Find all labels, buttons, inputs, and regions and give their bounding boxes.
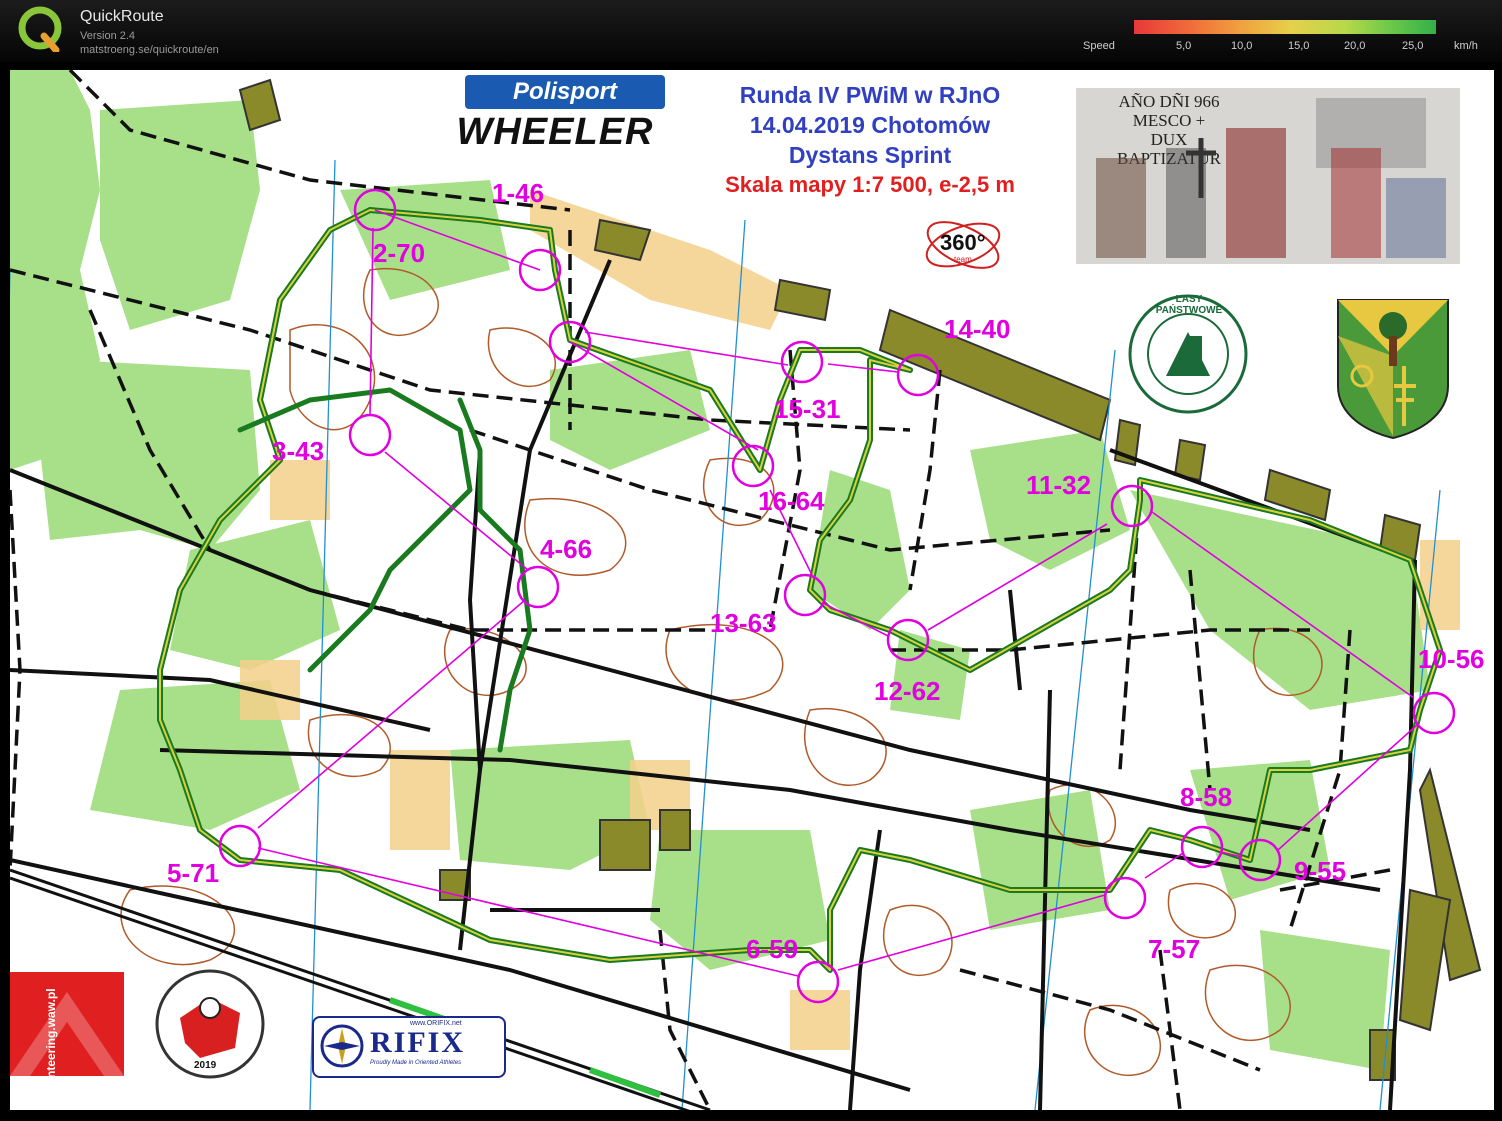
team360-logo: 360° team: [920, 210, 1006, 280]
team360-sub: team: [954, 255, 972, 264]
control-label: 10-56: [1418, 644, 1485, 674]
map-title: Runda IV PWiM w RJnO: [739, 82, 1001, 108]
orifix-logo: RIFIX www.ORIFIX.net Proudly Made in Ori…: [312, 1016, 506, 1078]
control-label: 2-70: [373, 238, 426, 268]
speed-tick: 20,0: [1344, 40, 1366, 52]
compass-icon: [320, 1024, 364, 1068]
control-label: 14-40: [944, 314, 1011, 344]
speed-unit: km/h: [1454, 40, 1478, 52]
control-label: 7-57: [1148, 934, 1201, 964]
control-label: 11-32: [1026, 470, 1092, 500]
orienteering-waw-text: orienteering.waw.pl: [44, 988, 58, 1076]
control-circle-7: [1103, 876, 1147, 920]
control-label: 16-64: [758, 486, 825, 516]
title-bar: QuickRoute Version 2.4 matstroeng.se/qui…: [0, 0, 1502, 62]
coat-of-arms-icon: [1337, 299, 1449, 440]
control-circle-16: [731, 444, 775, 488]
speed-tick: 5,0: [1176, 40, 1192, 52]
app-title: QuickRoute: [80, 8, 164, 25]
control-label: 3-43: [272, 436, 325, 466]
polisport-logo: Polisport: [465, 75, 665, 109]
control-label: 5-71: [167, 858, 220, 888]
puchar-year: 2019: [194, 1060, 217, 1071]
orifix-tagline: Proudly Made in Oriented Athletes: [370, 1060, 462, 1066]
control-label: 9-55: [1294, 856, 1347, 886]
control-label: 4-66: [540, 534, 593, 564]
lasy-text: LASY PAŃSTWOWE: [1155, 294, 1223, 316]
puchar-logo: 2019: [140, 968, 280, 1080]
map-date: 14.04.2019 Chotomów: [749, 112, 991, 138]
map-title-block: Runda IV PWiM w RJnO 14.04.2019 Chotomów…: [700, 80, 1040, 200]
app-version: Version 2.4: [80, 30, 136, 42]
orienteering-waw-logo: orienteering.waw.pl: [10, 972, 124, 1076]
orifix-url: www.ORIFIX.net: [410, 1020, 462, 1027]
speed-legend: Speed 5,0 10,0 15,0 20,0 25,0 km/h: [1080, 18, 1490, 58]
control-label: 1-46: [492, 178, 545, 208]
speed-color-bar: [1134, 20, 1436, 34]
control-label: 15-31: [774, 394, 841, 424]
map-scale: Skala mapy 1:7 500, e-2,5 m: [725, 172, 1015, 197]
control-label: 12-62: [874, 676, 941, 706]
control-label: 8-58: [1180, 782, 1233, 812]
lasy-panstwowe-logo: LASY PAŃSTWOWE: [1126, 292, 1250, 416]
control-circle-3: [348, 413, 392, 457]
wheeler-logo: WHEELER: [456, 111, 654, 153]
team360-text: 360°: [940, 230, 986, 255]
speed-label: Speed: [1083, 40, 1115, 52]
speed-tick: 10,0: [1231, 40, 1253, 52]
red-pattern-icon: [10, 972, 124, 1076]
speed-tick: 15,0: [1288, 40, 1310, 52]
app-url[interactable]: matstroeng.se/quickroute/en: [80, 44, 219, 56]
quickroute-logo-icon: [18, 6, 62, 52]
plaque-figures-icon: [1096, 98, 1446, 258]
control-label: 6-59: [746, 934, 799, 964]
polisport-wheeler-logo: Polisport WHEELER: [420, 75, 690, 155]
map-discipline: Dystans Sprint: [788, 142, 952, 168]
orifix-text: RIFIX: [370, 1026, 466, 1059]
baptism-plaque-image: AÑO DÑI 966 MESCO + DUX BAPTIZATUR: [1076, 88, 1460, 264]
coat-of-arms: [1334, 296, 1452, 440]
control-label: 13-63: [710, 608, 777, 638]
speed-tick: 25,0: [1402, 40, 1424, 52]
orienteering-map[interactable]: 1-46 2-70 3-43 4-66 5-71 6-59 7-57 8-58 …: [10, 70, 1494, 1110]
